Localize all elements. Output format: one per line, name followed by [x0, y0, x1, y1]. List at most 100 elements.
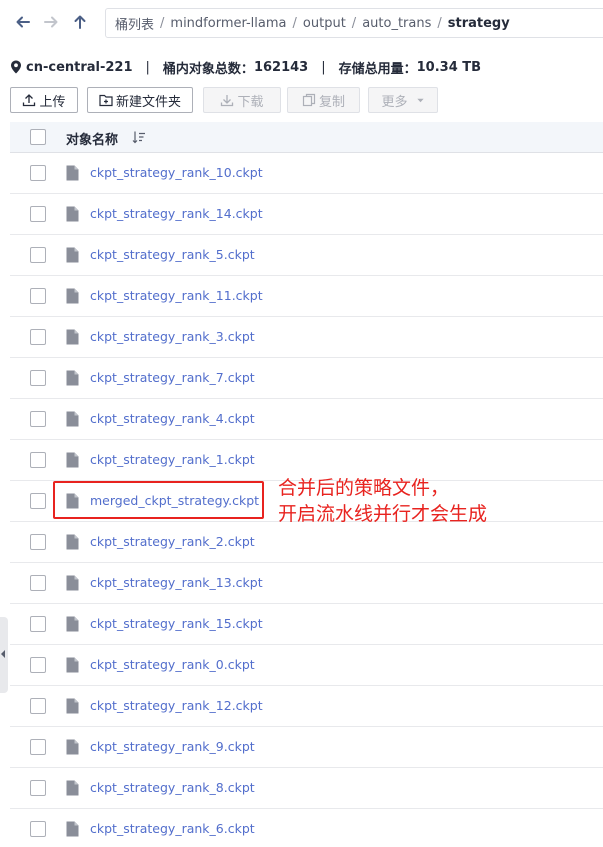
table-row[interactable]: ckpt_strategy_rank_3.ckpt: [10, 317, 603, 358]
row-checkbox[interactable]: [30, 288, 46, 304]
select-all-checkbox[interactable]: [30, 129, 46, 145]
object-name-link[interactable]: ckpt_strategy_rank_3.ckpt: [90, 329, 255, 344]
row-checkbox[interactable]: [30, 739, 46, 755]
object-name-link[interactable]: ckpt_strategy_rank_6.ckpt: [90, 821, 255, 836]
annotation-line-1: 合并后的策略文件，: [278, 477, 450, 499]
table-row[interactable]: ckpt_strategy_rank_12.ckpt: [10, 686, 603, 727]
file-icon: [66, 165, 79, 181]
breadcrumb-item[interactable]: 桶列表: [115, 14, 154, 33]
storage-label: 存储总用量：: [338, 61, 417, 77]
table-row[interactable]: ckpt_strategy_rank_4.ckpt: [10, 399, 603, 440]
annotation-text: 合并后的策略文件， 开启流水线并行才会生成: [278, 475, 487, 527]
back-button[interactable]: [12, 10, 34, 34]
file-icon: [66, 247, 79, 263]
new-folder-button[interactable]: 新建文件夹: [87, 87, 193, 113]
row-checkbox[interactable]: [30, 165, 46, 181]
file-icon: [66, 616, 79, 632]
file-icon: [66, 534, 79, 550]
arrow-left-icon: [16, 16, 30, 28]
table-row[interactable]: ckpt_strategy_rank_6.ckpt: [10, 809, 603, 847]
row-checkbox[interactable]: [30, 493, 46, 509]
object-name-link[interactable]: ckpt_strategy_rank_1.ckpt: [90, 452, 255, 467]
arrow-up-icon: [74, 15, 86, 29]
file-icon: [66, 780, 79, 796]
row-checkbox[interactable]: [30, 452, 46, 468]
table-row[interactable]: ckpt_strategy_rank_8.ckpt: [10, 768, 603, 809]
object-name-link[interactable]: ckpt_strategy_rank_15.ckpt: [90, 616, 263, 631]
table-row[interactable]: ckpt_strategy_rank_5.ckpt: [10, 235, 603, 276]
row-checkbox[interactable]: [30, 780, 46, 796]
file-icon: [66, 821, 79, 837]
row-checkbox[interactable]: [30, 616, 46, 632]
row-checkbox[interactable]: [30, 370, 46, 386]
object-count-label: 桶内对象总数：: [162, 61, 254, 77]
table-row[interactable]: ckpt_strategy_rank_13.ckpt: [10, 563, 603, 604]
up-button[interactable]: [69, 10, 91, 34]
region-label: cn-central-221: [26, 59, 133, 75]
forward-button[interactable]: [40, 10, 62, 34]
table-row[interactable]: ckpt_strategy_rank_0.ckpt: [10, 645, 603, 686]
row-checkbox[interactable]: [30, 534, 46, 550]
download-button[interactable]: 下载: [203, 87, 281, 113]
storage-value: 10.34 TB: [416, 59, 482, 75]
object-name-link[interactable]: ckpt_strategy_rank_11.ckpt: [90, 288, 263, 303]
table-row[interactable]: ckpt_strategy_rank_2.ckpt: [10, 522, 603, 563]
file-icon: [66, 206, 79, 222]
file-icon: [66, 288, 79, 304]
upload-button[interactable]: 上传: [10, 87, 78, 113]
object-count-value: 162143: [253, 59, 309, 75]
breadcrumb-current: strategy: [447, 15, 510, 31]
breadcrumb[interactable]: 桶列表 / mindformer-llama / output / auto_tran…: [105, 8, 603, 38]
annotation-line-2: 开启流水线并行才会生成: [278, 503, 488, 525]
breadcrumb-item[interactable]: mindformer-llama: [170, 16, 286, 31]
download-icon: [221, 95, 234, 107]
new-folder-icon: [99, 94, 113, 107]
table-row[interactable]: ckpt_strategy_rank_7.ckpt: [10, 358, 603, 399]
chevron-down-icon: [416, 98, 424, 102]
column-header-name: 对象名称: [66, 133, 119, 148]
object-name-link[interactable]: ckpt_strategy_rank_10.ckpt: [90, 165, 263, 180]
sort-icon[interactable]: [132, 130, 146, 144]
table-row[interactable]: ckpt_strategy_rank_15.ckpt: [10, 604, 603, 645]
object-name-link[interactable]: ckpt_strategy_rank_12.ckpt: [90, 698, 263, 713]
sidebar-collapse-handle[interactable]: [0, 617, 8, 693]
file-icon: [66, 452, 79, 468]
row-checkbox[interactable]: [30, 575, 46, 591]
table-header: 对象名称: [10, 122, 603, 153]
file-icon: [66, 329, 79, 345]
file-icon: [66, 411, 79, 427]
file-icon: [66, 698, 79, 714]
table-row[interactable]: ckpt_strategy_rank_10.ckpt: [10, 153, 603, 194]
object-name-link[interactable]: ckpt_strategy_rank_5.ckpt: [90, 247, 255, 262]
table-row[interactable]: ckpt_strategy_rank_9.ckpt: [10, 727, 603, 768]
more-button[interactable]: 更多: [368, 87, 438, 113]
row-checkbox[interactable]: [30, 411, 46, 427]
arrow-right-icon: [44, 16, 58, 28]
object-name-link[interactable]: ckpt_strategy_rank_13.ckpt: [90, 575, 263, 590]
file-icon: [66, 370, 79, 386]
object-name-link[interactable]: ckpt_strategy_rank_7.ckpt: [90, 370, 255, 385]
row-checkbox[interactable]: [30, 698, 46, 714]
object-name-link[interactable]: ckpt_strategy_rank_2.ckpt: [90, 534, 255, 549]
upload-icon: [23, 94, 36, 107]
copy-button[interactable]: 复制: [287, 87, 360, 113]
table-row[interactable]: ckpt_strategy_rank_11.ckpt: [10, 276, 603, 317]
row-checkbox[interactable]: [30, 329, 46, 345]
object-name-link[interactable]: ckpt_strategy_rank_4.ckpt: [90, 411, 255, 426]
breadcrumb-item[interactable]: output: [303, 16, 346, 31]
row-checkbox[interactable]: [30, 821, 46, 837]
object-name-link[interactable]: ckpt_strategy_rank_0.ckpt: [90, 657, 255, 672]
row-checkbox[interactable]: [30, 247, 46, 263]
object-name-link[interactable]: ckpt_strategy_rank_14.ckpt: [90, 206, 263, 221]
file-icon: [66, 657, 79, 673]
row-checkbox[interactable]: [30, 657, 46, 673]
object-name-link[interactable]: ckpt_strategy_rank_8.ckpt: [90, 780, 255, 795]
object-name-link[interactable]: ckpt_strategy_rank_9.ckpt: [90, 739, 255, 754]
breadcrumb-item[interactable]: auto_trans: [362, 16, 431, 31]
file-icon: [66, 575, 79, 591]
table-row[interactable]: ckpt_strategy_rank_14.ckpt: [10, 194, 603, 235]
row-checkbox[interactable]: [30, 206, 46, 222]
bucket-info-bar: cn-central-221 | 桶内对象总数： 162143 | 存储总用量：…: [10, 57, 481, 77]
location-pin-icon: [11, 60, 21, 74]
copy-icon: [302, 93, 316, 107]
